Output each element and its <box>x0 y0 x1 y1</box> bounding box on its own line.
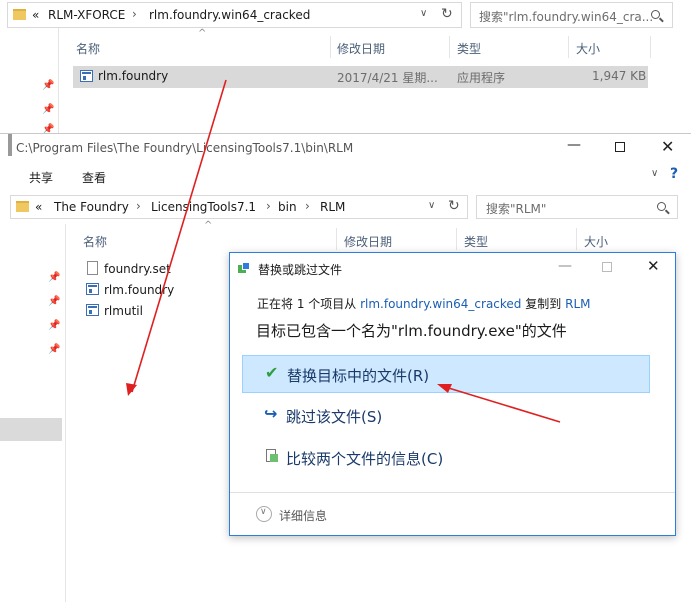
annotation-arrows <box>126 79 561 423</box>
annotation-arrow-line <box>131 79 227 393</box>
annotation-arrow-line <box>441 385 561 423</box>
annotation-arrowhead <box>126 383 137 396</box>
annotation-arrowhead <box>437 384 452 393</box>
